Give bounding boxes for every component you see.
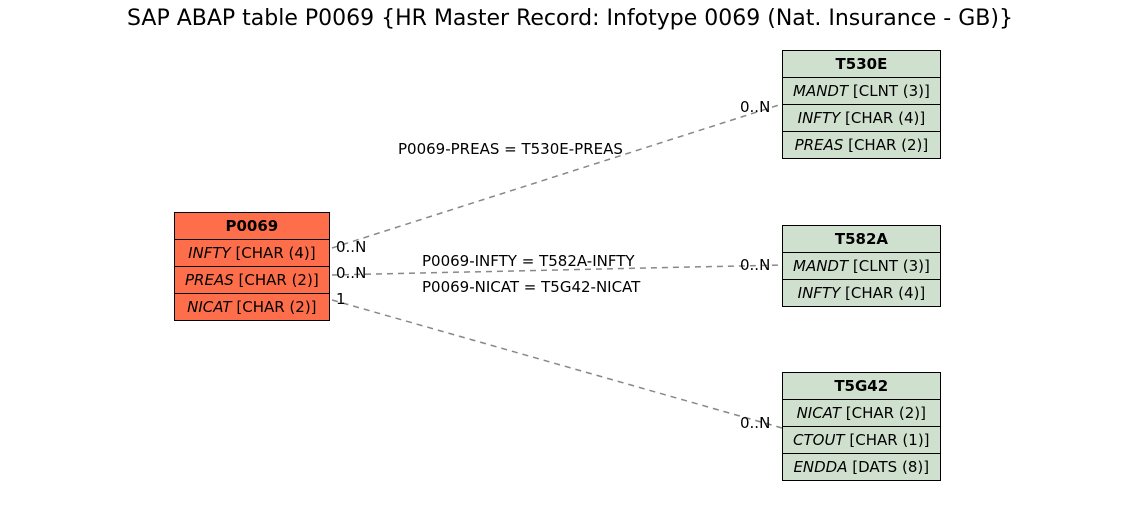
entity-t582a-header: T582A (783, 226, 941, 253)
card-right-r3: 0..N (740, 414, 770, 432)
relation-label-r1: P0069-PREAS = T530E-PREAS (398, 140, 623, 158)
card-left-r1: 0..N (336, 238, 366, 256)
entity-t5g42-field: CTOUT [CHAR (1)] (783, 427, 941, 454)
entity-p0069: P0069 INFTY [CHAR (4)] PREAS [CHAR (2)] … (174, 212, 330, 321)
entity-t530e-field: MANDT [CLNT (3)] (783, 78, 941, 105)
entity-t530e-header: T530E (783, 51, 941, 78)
entity-t530e: T530E MANDT [CLNT (3)] INFTY [CHAR (4)] … (782, 50, 941, 159)
entity-t5g42-field: ENDDA [DATS (8)] (783, 454, 941, 481)
entity-t582a-field: MANDT [CLNT (3)] (783, 253, 941, 280)
card-left-r2: 0..N (336, 264, 366, 282)
card-left-r3: 1 (336, 290, 346, 308)
entity-p0069-field: PREAS [CHAR (2)] (175, 267, 330, 294)
entity-p0069-header: P0069 (175, 213, 330, 240)
entity-t582a-field: INFTY [CHAR (4)] (783, 280, 941, 307)
entity-t530e-field: INFTY [CHAR (4)] (783, 105, 941, 132)
entity-t5g42-header: T5G42 (783, 373, 941, 400)
entity-t5g42-field: NICAT [CHAR (2)] (783, 400, 941, 427)
diagram-canvas: SAP ABAP table P0069 {HR Master Record: … (0, 0, 1140, 511)
relation-label-r3: P0069-NICAT = T5G42-NICAT (422, 278, 640, 296)
entity-t530e-field: PREAS [CHAR (2)] (783, 132, 941, 159)
entity-p0069-field: INFTY [CHAR (4)] (175, 240, 330, 267)
entity-t5g42: T5G42 NICAT [CHAR (2)] CTOUT [CHAR (1)] … (782, 372, 941, 481)
card-right-r1: 0..N (740, 98, 770, 116)
entity-t582a: T582A MANDT [CLNT (3)] INFTY [CHAR (4)] (782, 225, 941, 307)
relation-label-r2: P0069-INFTY = T582A-INFTY (422, 252, 635, 270)
diagram-title: SAP ABAP table P0069 {HR Master Record: … (0, 6, 1140, 31)
card-right-r2: 0..N (740, 256, 770, 274)
entity-p0069-field: NICAT [CHAR (2)] (175, 294, 330, 321)
